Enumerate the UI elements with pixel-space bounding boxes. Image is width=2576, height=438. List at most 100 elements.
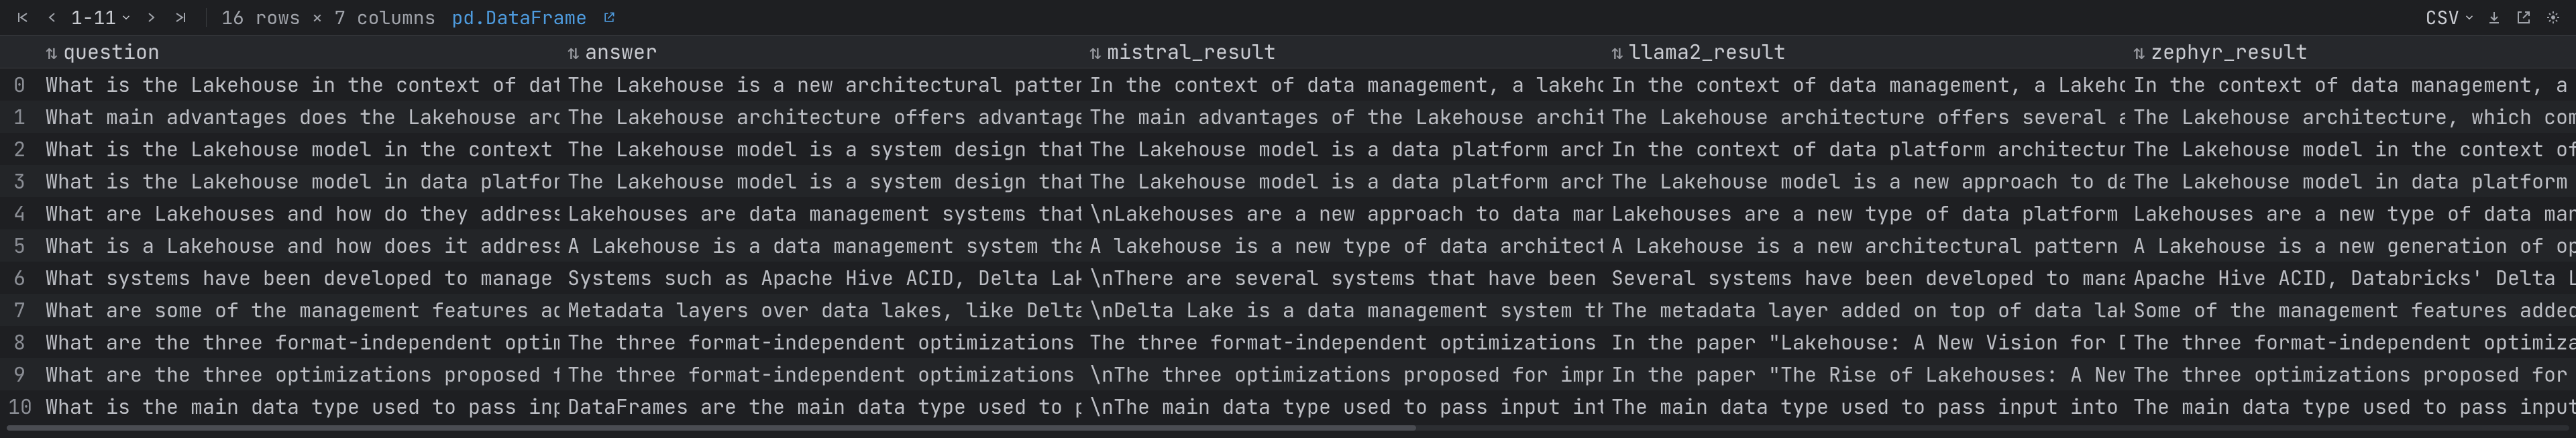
cell-mistral_result[interactable]: \nThere are several systems that have be…: [1081, 262, 1603, 294]
sort-icon: ⇅: [1089, 38, 1102, 65]
cell-zephyr_result[interactable]: Some of the management features added by…: [2125, 294, 2576, 326]
cell-zephyr_result[interactable]: The Lakehouse model in the context of da…: [2125, 133, 2576, 165]
cell-llama2_result[interactable]: Lakehouses are a new type of data platfo…: [1603, 197, 2125, 229]
page-range-button[interactable]: 1-11: [71, 5, 132, 30]
cell-zephyr_result[interactable]: The three format-independent optimizatio…: [2125, 326, 2576, 358]
cell-answer[interactable]: The three format-independent optimizatio…: [559, 358, 1081, 390]
cell-mistral_result[interactable]: The Lakehouse model is a data platform a…: [1081, 133, 1603, 165]
sort-icon: ⇅: [1611, 38, 1623, 65]
table-row[interactable]: 10What is the main data type used to pas…: [0, 390, 2576, 423]
cell-llama2_result[interactable]: In the paper "Lakehouse: A New Vision fo…: [1603, 326, 2125, 358]
cell-answer[interactable]: Systems such as Apache Hive ACID, Delta …: [559, 262, 1081, 294]
table-row[interactable]: 8What are the three format-independent o…: [0, 326, 2576, 358]
cell-zephyr_result[interactable]: A Lakehouse is a new generation of open …: [2125, 229, 2576, 262]
row-index: 6: [0, 262, 38, 294]
cell-answer[interactable]: A Lakehouse is a data management system …: [559, 229, 1081, 262]
column-header-index[interactable]: [0, 36, 38, 68]
cell-question[interactable]: What are some of the management features…: [38, 294, 559, 326]
type-label: pd.DataFrame: [451, 5, 587, 30]
table-row[interactable]: 5What is a Lakehouse and how does it add…: [0, 229, 2576, 262]
row-index: 3: [0, 165, 38, 197]
nav-first-icon[interactable]: [12, 7, 34, 28]
row-index: 2: [0, 133, 38, 165]
page-range-label: 1-11: [71, 5, 116, 30]
cell-llama2_result[interactable]: The Lakehouse model is a new approach to…: [1603, 165, 2125, 197]
table-row[interactable]: 4What are Lakehouses and how do they add…: [0, 197, 2576, 229]
cell-question[interactable]: What main advantages does the Lakehouse …: [38, 101, 559, 133]
row-index: 8: [0, 326, 38, 358]
horizontal-scrollbar[interactable]: [0, 423, 2576, 433]
cell-answer[interactable]: Lakehouses are data management systems t…: [559, 197, 1081, 229]
nav-next-icon[interactable]: [140, 7, 162, 28]
scrollbar-thumb[interactable]: [7, 425, 1416, 431]
cell-zephyr_result[interactable]: The Lakehouse model in data platform arc…: [2125, 165, 2576, 197]
cell-mistral_result[interactable]: \nThe main data type used to pass input …: [1081, 390, 1603, 423]
cell-llama2_result[interactable]: In the context of data management, a Lak…: [1603, 68, 2125, 101]
cell-llama2_result[interactable]: A Lakehouse is a new architectural patte…: [1603, 229, 2125, 262]
column-header-mistral[interactable]: ⇅mistral_result: [1081, 36, 1603, 68]
dataframe-table: ⇅question ⇅answer ⇅mistral_result ⇅llama…: [0, 35, 2576, 423]
cell-question[interactable]: What is the Lakehouse model in the conte…: [38, 133, 559, 165]
table-row[interactable]: 2What is the Lakehouse model in the cont…: [0, 133, 2576, 165]
table-row[interactable]: 3What is the Lakehouse model in data pla…: [0, 165, 2576, 197]
cell-zephyr_result[interactable]: The Lakehouse architecture, which combin…: [2125, 101, 2576, 133]
cell-mistral_result[interactable]: The three format-independent optimizatio…: [1081, 326, 1603, 358]
sort-icon: ⇅: [2133, 38, 2145, 65]
export-csv-button[interactable]: CSV: [2426, 5, 2475, 30]
cell-mistral_result[interactable]: The main advantages of the Lakehouse arc…: [1081, 101, 1603, 133]
nav-last-icon[interactable]: [170, 7, 191, 28]
row-index: 9: [0, 358, 38, 390]
cell-answer[interactable]: DataFrames are the main data type used t…: [559, 390, 1081, 423]
cell-question[interactable]: What systems have been developed to mana…: [38, 262, 559, 294]
cell-mistral_result[interactable]: \nDelta Lake is a data management system…: [1081, 294, 1603, 326]
cell-llama2_result[interactable]: In the paper "The Rise of Lakehouses: A …: [1603, 358, 2125, 390]
dataframe-table-container: ⇅question ⇅answer ⇅mistral_result ⇅llama…: [0, 35, 2576, 423]
cell-answer[interactable]: The Lakehouse architecture offers advant…: [559, 101, 1081, 133]
nav-prev-icon[interactable]: [42, 7, 63, 28]
cell-zephyr_result[interactable]: Apache Hive ACID, Databricks' Delta Lake…: [2125, 262, 2576, 294]
color-by-column-icon[interactable]: [2542, 7, 2564, 28]
table-row[interactable]: 6What systems have been developed to man…: [0, 262, 2576, 294]
cell-answer[interactable]: The Lakehouse model is a system design t…: [559, 133, 1081, 165]
cell-question[interactable]: What are Lakehouses and how do they addr…: [38, 197, 559, 229]
cell-answer[interactable]: The three format-independent optimizatio…: [559, 326, 1081, 358]
table-row[interactable]: 7What are some of the management feature…: [0, 294, 2576, 326]
cell-llama2_result[interactable]: The metadata layer added on top of data …: [1603, 294, 2125, 326]
row-index: 10: [0, 390, 38, 423]
cell-mistral_result[interactable]: A lakehouse is a new type of data archit…: [1081, 229, 1603, 262]
cell-question[interactable]: What are the three optimizations propose…: [38, 358, 559, 390]
sort-icon: ⇅: [568, 38, 580, 65]
cell-question[interactable]: What is the Lakehouse in the context of …: [38, 68, 559, 101]
cell-zephyr_result[interactable]: In the context of data management, a Lak…: [2125, 68, 2576, 101]
table-row[interactable]: 1What main advantages does the Lakehouse…: [0, 101, 2576, 133]
cell-llama2_result[interactable]: The main data type used to pass input in…: [1603, 390, 2125, 423]
cell-llama2_result[interactable]: The Lakehouse architecture offers severa…: [1603, 101, 2125, 133]
cell-mistral_result[interactable]: In the context of data management, a lak…: [1081, 68, 1603, 101]
column-header-zephyr[interactable]: ⇅zephyr_result: [2125, 36, 2576, 68]
column-header-llama2[interactable]: ⇅llama2_result: [1603, 36, 2125, 68]
type-link[interactable]: pd.DataFrame: [451, 5, 615, 30]
table-row[interactable]: 0What is the Lakehouse in the context of…: [0, 68, 2576, 101]
cell-zephyr_result[interactable]: Lakehouses are a new type of data manage…: [2125, 197, 2576, 229]
cell-question[interactable]: What are the three format-independent op…: [38, 326, 559, 358]
scrollbar-track: [7, 425, 2569, 431]
column-header-answer[interactable]: ⇅answer: [559, 36, 1081, 68]
cell-question[interactable]: What is the main data type used to pass …: [38, 390, 559, 423]
cell-mistral_result[interactable]: \nLakehouses are a new approach to data …: [1081, 197, 1603, 229]
table-header-row: ⇅question ⇅answer ⇅mistral_result ⇅llama…: [0, 36, 2576, 68]
column-header-question[interactable]: ⇅question: [38, 36, 559, 68]
download-icon[interactable]: [2483, 7, 2505, 28]
cell-mistral_result[interactable]: \nThe three optimizations proposed for i…: [1081, 358, 1603, 390]
open-external-icon[interactable]: [2513, 7, 2534, 28]
cell-zephyr_result[interactable]: The main data type used to pass input in…: [2125, 390, 2576, 423]
cell-mistral_result[interactable]: The Lakehouse model is a data platform a…: [1081, 165, 1603, 197]
cell-answer[interactable]: Metadata layers over data lakes, like De…: [559, 294, 1081, 326]
cell-question[interactable]: What is a Lakehouse and how does it addr…: [38, 229, 559, 262]
cell-answer[interactable]: The Lakehouse is a new architectural pat…: [559, 68, 1081, 101]
cell-answer[interactable]: The Lakehouse model is a system design t…: [559, 165, 1081, 197]
cell-llama2_result[interactable]: Several systems have been developed to m…: [1603, 262, 2125, 294]
cell-question[interactable]: What is the Lakehouse model in data plat…: [38, 165, 559, 197]
cell-zephyr_result[interactable]: The three optimizations proposed for imp…: [2125, 358, 2576, 390]
table-row[interactable]: 9What are the three optimizations propos…: [0, 358, 2576, 390]
cell-llama2_result[interactable]: In the context of data platform architec…: [1603, 133, 2125, 165]
